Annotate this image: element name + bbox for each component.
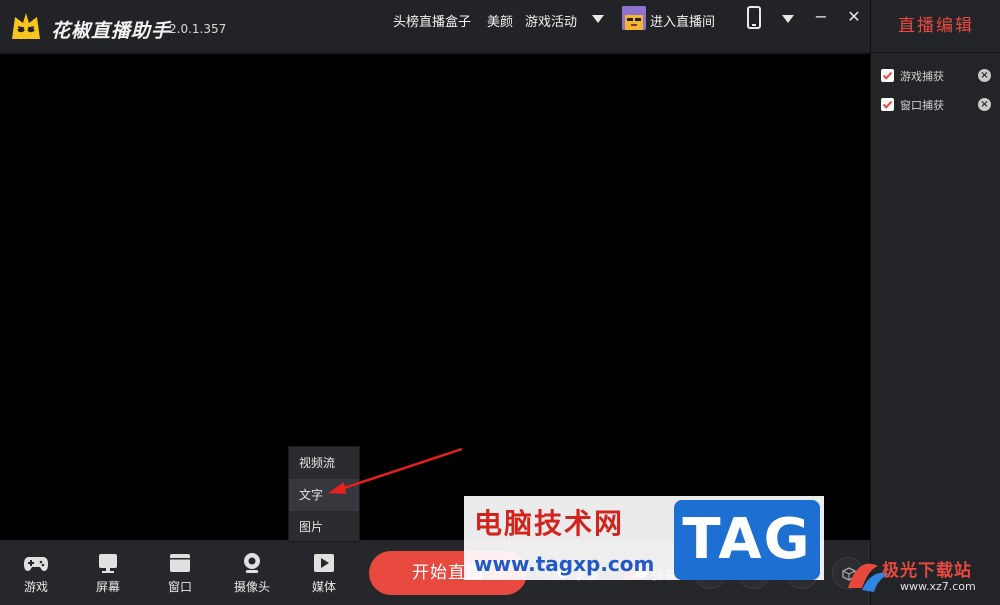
menu-item-beauty[interactable]: 美颜 [487,11,513,30]
menu-item-image[interactable]: 图片 [289,511,359,543]
tool-label: 屏幕 [95,580,120,594]
panel-title: 直播编辑 [871,0,1000,53]
gamepad-icon [24,557,48,571]
tool-label: 窗口 [167,580,192,594]
remove-icon[interactable]: × [978,69,991,82]
watermark-tag-logo: TAG [674,500,820,580]
monitor-icon [99,554,117,573]
tool-label: 摄像头 [233,580,270,594]
chevron-down-icon[interactable] [592,15,604,23]
tool-label: 游戏 [23,580,48,594]
watermark-title: 电脑技术网 [474,507,625,540]
annotation-arrow-icon [328,447,463,494]
menu-item-game-events[interactable]: 游戏活动 [525,11,577,30]
check-icon [882,100,893,109]
watermark-xz7-url: www.xz7.com [900,580,976,593]
phone-icon[interactable] [747,6,761,29]
source-label: 游戏捕获 [900,70,944,83]
tool-label: 媒体 [311,580,336,594]
checkbox-game-capture[interactable] [881,69,894,82]
source-item-window-capture[interactable]: 窗口捕获 × [881,96,996,114]
menu-item-toubang-box[interactable]: 头榜直播盒子 [393,11,471,30]
watermark-xz7-title: 极光下载站 [882,561,972,581]
checkbox-window-capture[interactable] [881,98,894,111]
webcam-icon [244,553,260,573]
source-label: 窗口捕获 [900,99,944,112]
minimize-button[interactable]: − [810,6,832,28]
media-play-icon [314,554,334,572]
remove-icon[interactable]: × [978,98,991,111]
tool-window[interactable]: 窗口 [154,552,206,595]
tool-screen[interactable]: 屏幕 [82,552,134,595]
avatar[interactable] [622,6,646,30]
live-edit-panel: 直播编辑 游戏捕获 × 窗口捕获 × [870,0,1000,605]
avatar-face-icon [622,6,646,30]
watermark-url: www.tagxp.com [474,552,655,576]
title-bar: 花椒直播助手 2.0.1.357 头榜直播盒子 美颜 游戏活动 进入直播间 − … [0,0,870,53]
check-icon [882,71,893,80]
tool-media[interactable]: 媒体 [298,552,350,595]
dropdown-chevron-icon[interactable] [782,15,794,23]
tool-game[interactable]: 游戏 [10,552,62,595]
app-title: 花椒直播助手 [51,20,172,42]
enter-room-button[interactable]: 进入直播间 [650,11,715,30]
tool-webcam[interactable]: 摄像头 [226,552,278,595]
source-item-game-capture[interactable]: 游戏捕获 × [881,67,996,85]
app-version: 2.0.1.357 [169,22,227,36]
window-icon [170,554,190,572]
app-logo-icon [12,13,40,39]
close-button[interactable]: ✕ [843,6,865,28]
